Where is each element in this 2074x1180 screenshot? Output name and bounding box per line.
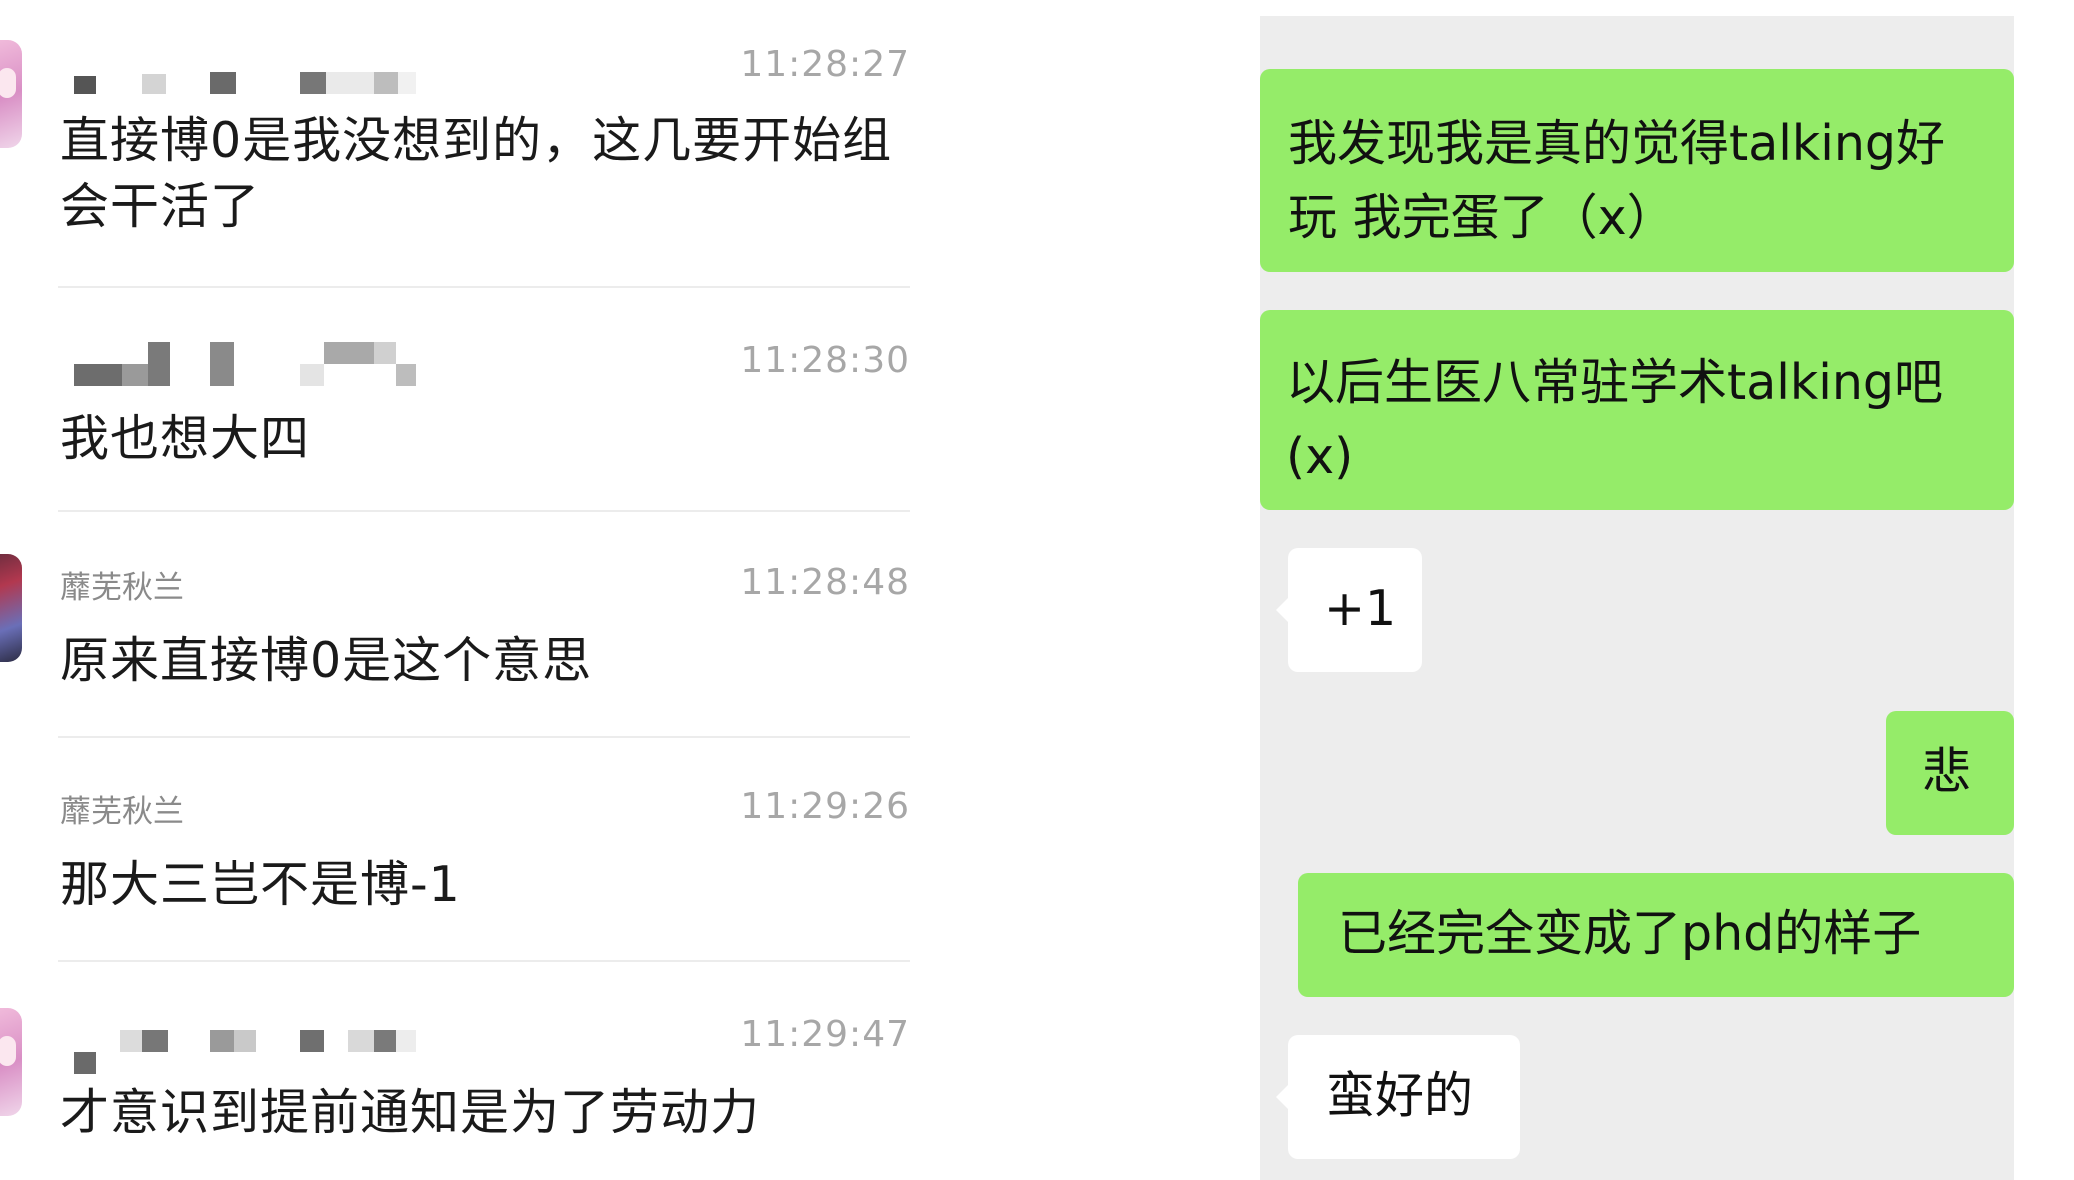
sender-name: 蘼芜秋兰 [60,794,184,830]
message-text: 才意识到提前通知是为了劳动力 [60,1084,761,1141]
message-text: 原来直接博0是这个意思 [60,632,593,689]
avatar[interactable] [0,1008,22,1116]
message-text: 悲 [1922,743,1972,800]
message-text: 那大三岂不是博-1 [60,856,461,913]
avatar[interactable] [0,40,22,148]
history-item[interactable]: 11:28:30 我也想大四 [0,290,920,514]
history-item[interactable]: 蘼芜秋兰 11:29:26 那大三岂不是博-1 [0,738,920,964]
avatar[interactable] [0,554,22,662]
message-time: 11:29:47 [740,1014,910,1055]
divider [58,960,910,962]
redacted-name [68,342,418,392]
message-text: 直接博0是我没想到的，这几要开始组会干活了 [60,112,893,235]
message-time: 11:29:26 [740,786,910,827]
sent-message-bubble[interactable]: 以后生医八常驻学术talking吧(x) [1260,310,2014,510]
history-item[interactable]: 蘼芜秋兰 11:28:48 原来直接博0是这个意思 [0,514,920,738]
divider [58,510,910,512]
message-text: 以后生医八常驻学术talking吧(x) [1286,354,1944,485]
message-time: 11:28:27 [740,44,910,85]
message-text: 已经完全变成了phd的样子 [1338,905,1922,962]
sender-name: 蘼芜秋兰 [60,570,184,606]
message-text: 我发现我是真的觉得talking好玩 我完蛋了（x） [1288,115,1946,246]
sent-message-bubble[interactable]: 悲 [1886,711,2014,835]
divider [58,286,910,288]
received-message-bubble[interactable]: 蛮好的 [1276,1035,1520,1159]
message-text: +1 [1324,580,1397,637]
message-time: 11:28:48 [740,562,910,603]
history-item[interactable]: 11:29:47 才意识到提前通知是为了劳动力 [0,964,920,1180]
message-text: 我也想大四 [60,410,311,467]
message-text: 蛮好的 [1326,1067,1474,1124]
received-message-bubble[interactable]: +1 [1276,548,1422,672]
sent-message-bubble[interactable]: 已经完全变成了phd的样子 [1298,873,2014,997]
chat-history-panel: 11:28:27 直接博0是我没想到的，这几要开始组会干活了 11:28:30 … [0,0,1000,1180]
sent-message-bubble[interactable]: 我发现我是真的觉得talking好玩 我完蛋了（x） [1260,69,2014,272]
redacted-name [68,1026,418,1076]
message-time: 11:28:30 [740,340,910,381]
history-item[interactable]: 11:28:27 直接博0是我没想到的，这几要开始组会干活了 [0,0,920,290]
conversation-panel: 我发现我是真的觉得talking好玩 我完蛋了（x） 以后生医八常驻学术talk… [1260,16,2014,1180]
